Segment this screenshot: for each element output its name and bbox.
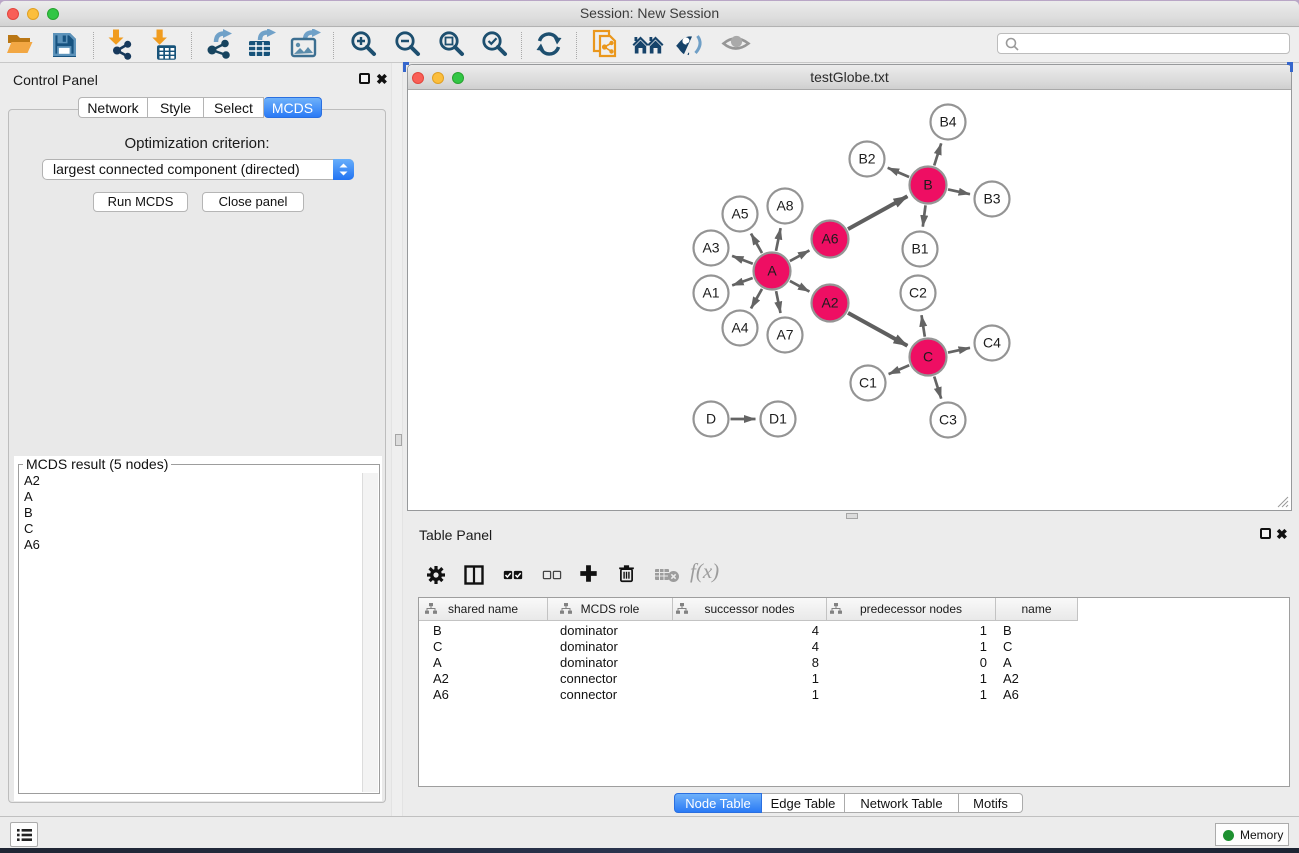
svg-text:B2: B2	[858, 151, 875, 167]
svg-text:A2: A2	[821, 295, 838, 311]
svg-text:C1: C1	[859, 375, 877, 391]
svg-text:D1: D1	[769, 411, 787, 427]
svg-text:A8: A8	[776, 198, 793, 214]
svg-text:A6: A6	[821, 231, 838, 247]
svg-text:C3: C3	[939, 412, 957, 428]
svg-text:A7: A7	[776, 327, 793, 343]
svg-text:C2: C2	[909, 285, 927, 301]
svg-text:B1: B1	[911, 241, 928, 257]
svg-text:C: C	[923, 349, 933, 365]
svg-text:A3: A3	[702, 240, 719, 256]
svg-text:A1: A1	[702, 285, 719, 301]
svg-text:A5: A5	[731, 206, 748, 222]
svg-text:D: D	[706, 411, 716, 427]
svg-text:A4: A4	[731, 320, 748, 336]
svg-text:B: B	[923, 177, 932, 193]
svg-text:A: A	[767, 263, 777, 279]
svg-text:B3: B3	[983, 191, 1000, 207]
svg-text:B4: B4	[939, 114, 956, 130]
svg-text:C4: C4	[983, 335, 1001, 351]
